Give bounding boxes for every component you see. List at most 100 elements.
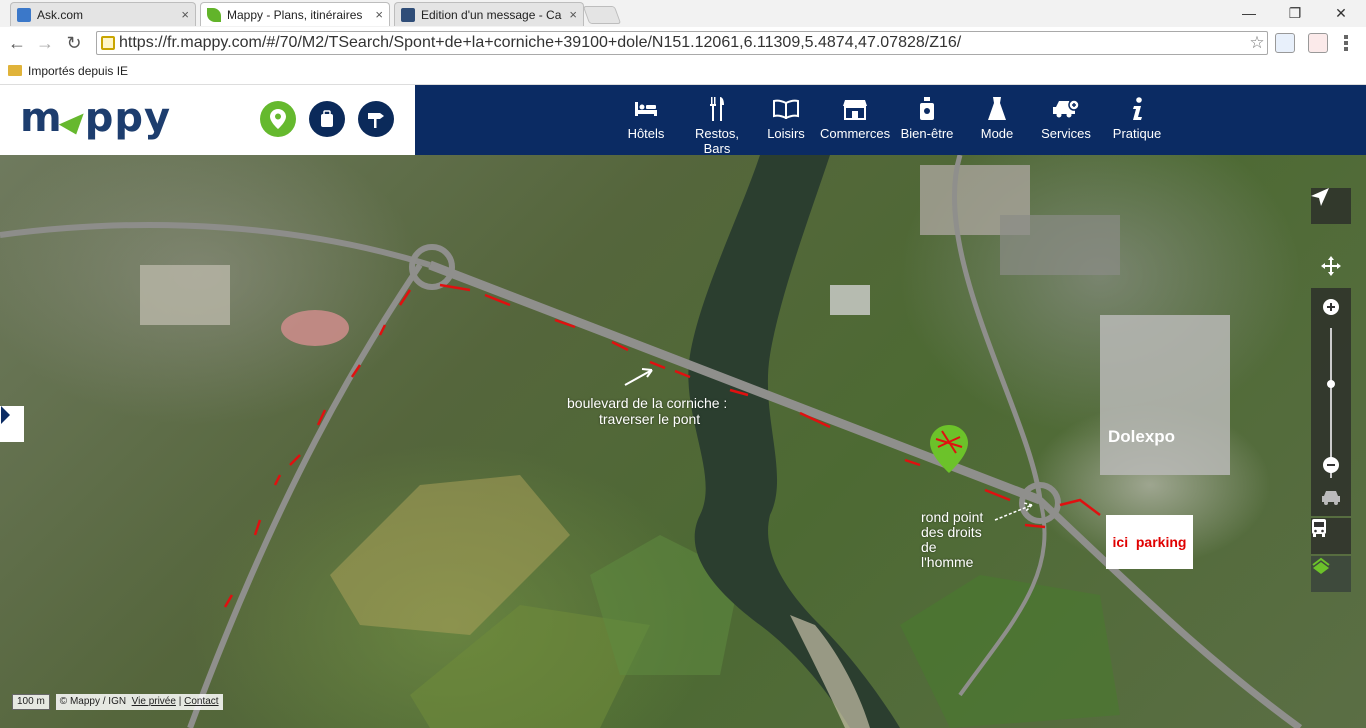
- cutlery-icon: [710, 97, 724, 121]
- browser-toolbar: ← → ↻ https://fr.mappy.com/#/70/M2/TSear…: [0, 27, 1366, 61]
- location-pin-icon: [270, 109, 286, 129]
- spa-bottle-icon: [920, 97, 934, 120]
- menu-icon[interactable]: [1344, 35, 1348, 51]
- forward-button[interactable]: →: [33, 32, 57, 54]
- zoom-slider-handle[interactable]: [1327, 380, 1335, 388]
- signpost-button[interactable]: [358, 101, 394, 137]
- close-tab-icon[interactable]: ×: [569, 7, 577, 22]
- zoom-panel: [1311, 256, 1351, 516]
- nav-restos-bars[interactable]: Restos, Bars: [681, 97, 753, 156]
- traffic-car-icon: [1322, 491, 1340, 505]
- close-window-button[interactable]: ✕: [1318, 2, 1364, 24]
- contact-link[interactable]: Contact: [184, 696, 218, 707]
- info-icon: [1133, 97, 1142, 120]
- close-tab-icon[interactable]: ×: [375, 7, 383, 22]
- annotation-rond-point: rond point des droits de l'homme: [921, 510, 983, 570]
- nav-label: Restos, Bars: [694, 126, 740, 156]
- nav-label: Mode: [980, 126, 1014, 141]
- nav-mode[interactable]: Mode: [975, 97, 1019, 141]
- url-text[interactable]: https://fr.mappy.com/#/70/M2/TSearch/Spo…: [119, 34, 1247, 52]
- lock-icon: [101, 36, 115, 50]
- address-bar[interactable]: https://fr.mappy.com/#/70/M2/TSearch/Spo…: [96, 31, 1268, 55]
- parking-note: ici parking: [1106, 515, 1193, 569]
- book-icon: [773, 99, 799, 119]
- bus-icon: [1312, 519, 1326, 537]
- briefcase-icon: [321, 110, 333, 127]
- bookmark-folder-imported[interactable]: Importés depuis IE: [28, 64, 128, 78]
- credits: © Mappy / IGN Vie privée | Contact: [55, 694, 223, 710]
- dress-icon: [988, 97, 1006, 120]
- map-pin-icon: [930, 425, 968, 473]
- copyright-text: © Mappy / IGN: [59, 696, 127, 707]
- reload-button[interactable]: ↻: [62, 32, 86, 54]
- mappy-favicon-icon: [207, 7, 221, 22]
- browser-tab-bar: Ask.com × Mappy - Plans, itinéraires × E…: [0, 0, 1366, 28]
- signpost-icon: [368, 113, 384, 128]
- location-pin-button[interactable]: [260, 101, 296, 137]
- nav-label: Pratique: [1112, 126, 1162, 141]
- bookmarks-bar: Importés depuis IE: [0, 60, 1366, 84]
- zoom-out-icon: [1323, 457, 1339, 473]
- nav-label: Commerces: [820, 126, 891, 141]
- map-footer: 100 m © Mappy / IGN Vie privée | Contact: [12, 693, 223, 711]
- tab-ask[interactable]: Ask.com ×: [10, 2, 196, 26]
- open-side-panel-button[interactable]: [0, 406, 24, 442]
- tab-title: Edition d'un message - Ca: [421, 7, 562, 22]
- new-tab-button[interactable]: [582, 6, 622, 24]
- logo-text-left: m: [20, 95, 63, 141]
- link-separator: |: [178, 696, 182, 707]
- nav-label: Loisirs: [767, 126, 805, 141]
- nav-commerces[interactable]: Commerces: [820, 97, 890, 141]
- nav-bien-etre[interactable]: Bien-être: [897, 97, 957, 141]
- annotation-boulevard: boulevard de la corniche : traverser le …: [567, 395, 727, 427]
- mappy-logo[interactable]: m ppy: [20, 95, 171, 141]
- annotation-line: boulevard de la corniche :: [567, 395, 728, 411]
- annotation-line: rond point: [921, 509, 984, 525]
- bed-icon: [635, 102, 657, 116]
- tab-title: Ask.com: [37, 7, 84, 22]
- extension-sync-icon[interactable]: [1275, 33, 1295, 53]
- public-transport-button[interactable]: [1311, 518, 1351, 554]
- parking-label: ici parking: [1112, 534, 1187, 550]
- annotation-line: l'homme: [921, 554, 974, 570]
- tab-edition-message[interactable]: Edition d'un message - Ca ×: [394, 2, 584, 26]
- chevron-right-icon: [1, 406, 10, 424]
- category-nav: Hôtels Restos, Bars Loisirs Commerces Bi…: [415, 85, 1366, 156]
- nav-pratique[interactable]: Pratique: [1110, 97, 1164, 141]
- bookmark-star-icon[interactable]: ☆: [1247, 33, 1267, 53]
- tab-title: Mappy - Plans, itinéraires: [227, 7, 363, 22]
- tab-mappy[interactable]: Mappy - Plans, itinéraires ×: [200, 2, 390, 26]
- annotation-line: des droits: [921, 524, 982, 540]
- nav-label: Bien-être: [900, 126, 954, 141]
- minimize-button[interactable]: —: [1226, 2, 1272, 24]
- place-label-dolexpo: Dolexpo: [1108, 427, 1176, 446]
- logo-area: m ppy: [0, 85, 415, 155]
- annotation-line: de: [921, 539, 937, 555]
- forum-favicon-icon: [401, 7, 415, 22]
- nav-services[interactable]: Services: [1039, 97, 1093, 141]
- nav-label: Hôtels: [627, 126, 665, 141]
- back-button[interactable]: ←: [5, 32, 29, 54]
- pan-icon: [1321, 256, 1341, 276]
- satellite-layer-button[interactable]: [1311, 556, 1351, 592]
- briefcase-button[interactable]: [309, 101, 345, 137]
- satellite-layer-icon: [1312, 557, 1330, 574]
- car-service-icon: [1053, 99, 1079, 118]
- locate-button[interactable]: [1311, 188, 1351, 224]
- privacy-link[interactable]: Vie privée: [132, 696, 176, 707]
- nav-loisirs[interactable]: Loisirs: [763, 97, 809, 141]
- mappy-header: m ppy Hôtels Restos, Bars Loisirs Commerc…: [0, 85, 1366, 156]
- extension-icon[interactable]: [1308, 33, 1328, 53]
- ask-favicon-icon: [17, 7, 31, 22]
- scale-bar: 100 m: [12, 694, 50, 710]
- satellite-map[interactable]: boulevard de la corniche : traverser le …: [0, 155, 1366, 728]
- zoom-in-icon: [1323, 299, 1339, 315]
- logo-text-right: ppy: [84, 95, 172, 141]
- locate-arrow-icon: [1311, 188, 1329, 206]
- folder-icon: [8, 65, 22, 76]
- close-tab-icon[interactable]: ×: [181, 7, 189, 22]
- annotation-line: traverser le pont: [599, 411, 701, 427]
- maximize-button[interactable]: ❐: [1272, 2, 1318, 24]
- nav-hotels[interactable]: Hôtels: [620, 97, 672, 141]
- shop-icon: [843, 100, 867, 120]
